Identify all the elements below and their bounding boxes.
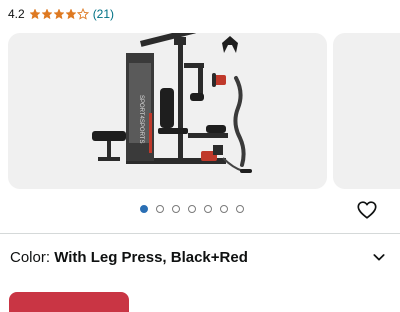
rating-value: 4.2 bbox=[8, 7, 25, 21]
section-divider bbox=[0, 233, 400, 234]
chevron-down-icon[interactable] bbox=[371, 249, 387, 265]
carousel-dot[interactable] bbox=[220, 205, 228, 213]
star-full-icon bbox=[41, 8, 53, 20]
color-label: Color: bbox=[10, 248, 55, 266]
star-full-icon bbox=[65, 8, 77, 20]
color-selector[interactable]: Color: With Leg Press, Black+Red bbox=[10, 247, 390, 267]
rating-summary[interactable]: 4.2 (21) bbox=[8, 6, 114, 22]
carousel-dot[interactable] bbox=[204, 205, 212, 213]
carousel-dot[interactable] bbox=[172, 205, 180, 213]
carousel-dot[interactable] bbox=[140, 205, 148, 213]
carousel-dot[interactable] bbox=[156, 205, 164, 213]
heart-outline-icon[interactable] bbox=[356, 199, 378, 221]
color-selector-text: Color: With Leg Press, Black+Red bbox=[10, 249, 248, 266]
color-value: With Leg Press, Black+Red bbox=[54, 248, 248, 266]
star-full-icon bbox=[53, 8, 65, 20]
star-rating bbox=[29, 8, 89, 20]
home-gym-product-image: SPORT4SPORTS bbox=[92, 33, 252, 173]
next-image-card[interactable] bbox=[333, 33, 400, 189]
carousel-dot[interactable] bbox=[188, 205, 196, 213]
star-full-icon bbox=[29, 8, 41, 20]
star-empty-icon bbox=[76, 8, 89, 20]
action-button[interactable] bbox=[9, 292, 129, 312]
rating-count-link[interactable]: (21) bbox=[93, 7, 114, 21]
carousel-pagination[interactable] bbox=[140, 205, 244, 215]
svg-text:SPORT4SPORTS: SPORT4SPORTS bbox=[138, 95, 144, 143]
carousel-dot[interactable] bbox=[236, 205, 244, 213]
product-image-card[interactable]: SPORT4SPORTS bbox=[8, 33, 327, 189]
